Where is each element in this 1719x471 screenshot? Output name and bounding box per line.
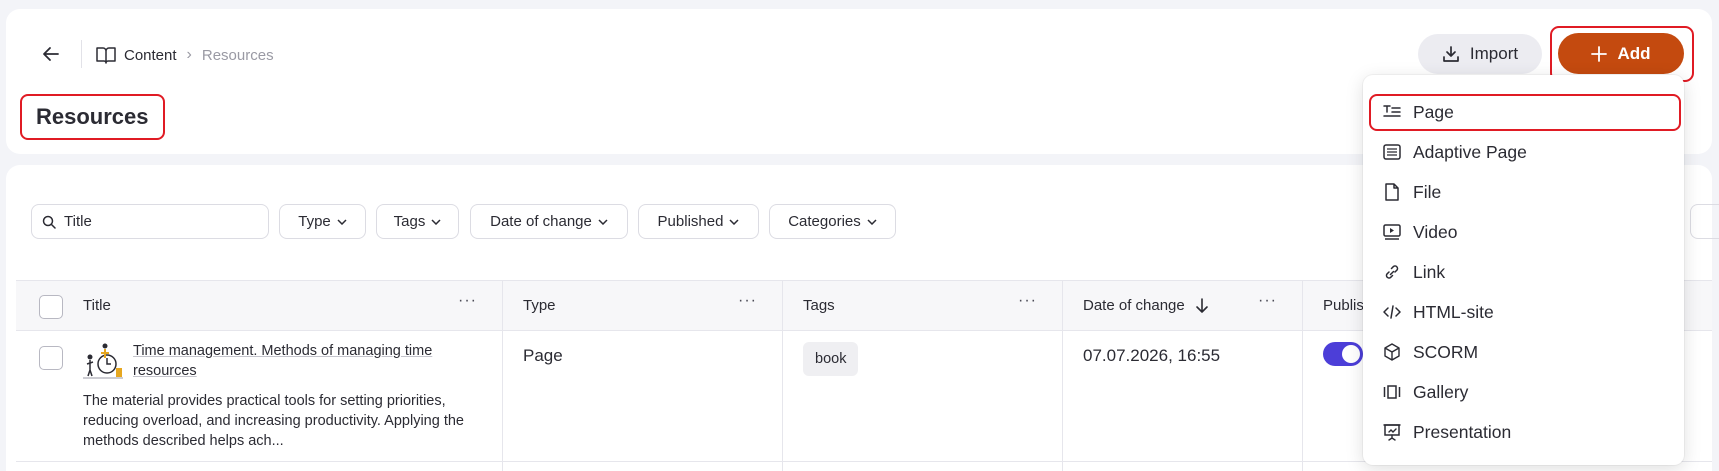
filter-type[interactable]: Type (279, 204, 366, 239)
chevron-down-icon (337, 218, 347, 225)
chevron-down-icon (598, 218, 608, 225)
published-toggle[interactable] (1323, 342, 1363, 366)
link-icon (1383, 263, 1401, 281)
menu-item-link[interactable]: Link (1363, 253, 1684, 291)
column-type-label: Type (523, 297, 556, 314)
add-button[interactable]: Add (1558, 33, 1684, 74)
row-checkbox[interactable] (39, 346, 63, 370)
menu-item-page-highlight (1369, 94, 1681, 131)
menu-item-adaptive-page[interactable]: Adaptive Page (1363, 133, 1684, 171)
filter-published-label: Published (657, 213, 724, 230)
filter-type-label: Type (298, 213, 331, 230)
menu-item-label: File (1413, 181, 1442, 202)
column-date-label: Date of change (1083, 297, 1185, 314)
select-all-checkbox[interactable] (39, 295, 63, 319)
menu-item-label: Video (1413, 221, 1458, 242)
column-published-label: Publis (1323, 297, 1364, 314)
toggle-knob (1342, 345, 1360, 363)
chevron-down-icon (867, 218, 877, 225)
arrow-left-icon (43, 47, 59, 61)
menu-item-video[interactable]: Video (1363, 213, 1684, 251)
column-divider (502, 280, 503, 471)
column-header-type[interactable]: Type (523, 297, 556, 314)
column-tags-label: Tags (803, 297, 835, 314)
menu-item-label: Gallery (1413, 381, 1469, 402)
filter-tags[interactable]: Tags (376, 204, 459, 239)
column-title-label: Title (83, 297, 111, 314)
menu-item-label: Presentation (1413, 421, 1512, 442)
filter-published[interactable]: Published (638, 204, 759, 239)
divider (81, 40, 82, 68)
menu-item-scorm[interactable]: SCORM (1363, 333, 1684, 371)
breadcrumb-content-link[interactable]: Content (124, 47, 177, 64)
page-title-text: Resources (36, 104, 149, 129)
import-label: Import (1469, 44, 1519, 63)
tag-badge: book (803, 342, 859, 376)
add-label: Add (1617, 43, 1651, 63)
menu-item-label: HTML-site (1413, 301, 1494, 322)
book-icon (96, 45, 116, 65)
menu-item-html-site[interactable]: HTML-site (1363, 293, 1684, 331)
column-divider (1062, 280, 1063, 471)
column-menu-tags[interactable]: ··· (1018, 292, 1037, 310)
video-icon (1383, 223, 1401, 241)
column-header-title[interactable]: Title (83, 297, 111, 314)
chevron-right-icon: › (186, 46, 192, 63)
breadcrumb-current: Resources (201, 46, 274, 64)
resource-date: 07.07.2026, 16:55 (1083, 346, 1221, 365)
resource-type: Page (523, 346, 563, 365)
menu-item-gallery[interactable]: Gallery (1363, 373, 1684, 411)
filter-date-of-change[interactable]: Date of change (470, 204, 628, 239)
menu-item-label: SCORM (1413, 341, 1479, 362)
chevron-down-icon (729, 218, 739, 225)
breadcrumb: Content › Resources (96, 43, 274, 67)
filter-date-label: Date of change (490, 213, 592, 230)
menu-item-file[interactable]: File (1363, 173, 1684, 211)
back-button[interactable] (38, 41, 64, 67)
resource-thumbnail (83, 342, 123, 380)
filter-tags-label: Tags (393, 213, 426, 230)
menu-item-label: Adaptive Page (1413, 141, 1527, 162)
plus-icon (1591, 45, 1608, 62)
menu-item-label: Link (1413, 261, 1446, 282)
toolbar-control-partial[interactable] (1690, 204, 1719, 239)
column-header-date[interactable]: Date of change (1083, 297, 1209, 314)
search-icon (42, 215, 56, 229)
add-dropdown-menu: Page Adaptive Page File Video Link HTML-… (1363, 75, 1684, 465)
column-header-published[interactable]: Publis (1323, 297, 1364, 314)
search-field[interactable] (31, 204, 269, 239)
column-divider (1302, 280, 1303, 471)
column-divider (782, 280, 783, 471)
search-input[interactable] (64, 213, 244, 230)
resource-description: The material provides practical tools fo… (83, 393, 464, 449)
filter-categories-label: Categories (788, 213, 861, 230)
presentation-icon (1383, 423, 1401, 441)
column-menu-title[interactable]: ··· (458, 292, 477, 310)
gallery-icon (1383, 383, 1401, 401)
cube-icon (1383, 343, 1401, 361)
column-menu-date[interactable]: ··· (1258, 292, 1277, 310)
adaptive-page-icon (1383, 143, 1401, 161)
code-icon (1383, 303, 1401, 321)
column-header-tags[interactable]: Tags (803, 297, 835, 314)
resource-title-link[interactable]: Time management. Methods of managing tim… (133, 341, 473, 381)
sort-descending-icon (1195, 297, 1208, 313)
import-button[interactable]: Import (1418, 34, 1542, 74)
column-menu-type[interactable]: ··· (738, 292, 757, 310)
download-icon (1443, 46, 1459, 62)
chevron-down-icon (431, 218, 441, 225)
filter-categories[interactable]: Categories (769, 204, 896, 239)
page-title: Resources (20, 94, 165, 140)
menu-item-presentation[interactable]: Presentation (1363, 413, 1684, 451)
file-icon (1383, 183, 1401, 201)
